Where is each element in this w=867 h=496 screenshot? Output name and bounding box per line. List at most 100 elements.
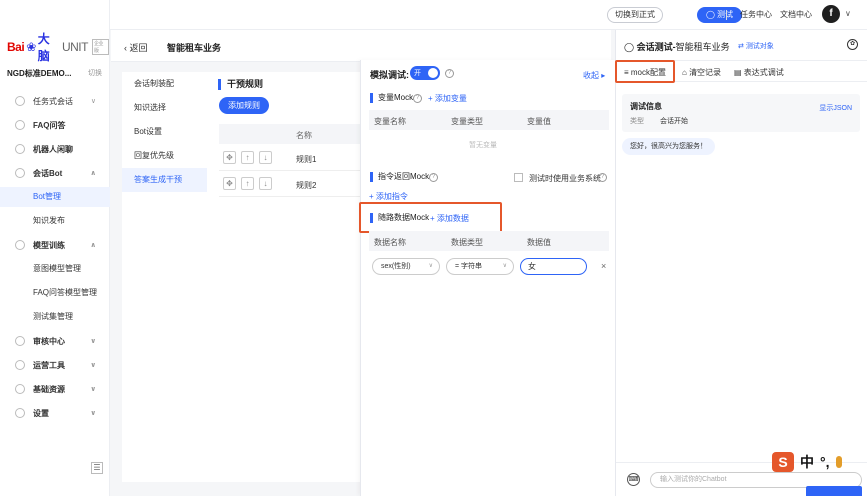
sidebar-item-faq[interactable]: FAQ问答	[0, 115, 110, 135]
debug-key: 类型	[630, 118, 644, 125]
use-business-label: 测试时使用业务系统	[529, 174, 601, 183]
chevron-down-icon: ∨	[90, 386, 96, 393]
add-variable-link[interactable]: + 添加变量	[428, 93, 467, 104]
collapse-link[interactable]: 收起 ▸	[583, 70, 605, 81]
help-icon[interactable]: ?	[413, 94, 422, 103]
switch-to-formal-button[interactable]: 切换到正式	[607, 7, 663, 23]
settings-icon	[15, 408, 25, 418]
data-type-select[interactable]: = 字符串 ∨	[446, 258, 514, 275]
sidebar-item-label: 基础资源	[33, 384, 65, 394]
doc-center-link[interactable]: 文档中心	[780, 9, 812, 20]
chevron-down-icon[interactable]: ∨	[845, 9, 851, 18]
sidebar-item-chitchat[interactable]: 机器人闲聊	[0, 139, 110, 159]
data-value-input[interactable]: 女	[520, 258, 587, 275]
help-icon[interactable]: ?	[429, 173, 438, 182]
help-icon[interactable]: ?	[445, 69, 454, 78]
sidebar-item-settings[interactable]: 设置 ∨	[0, 403, 110, 423]
workspace-switch[interactable]: 切换	[88, 68, 102, 78]
chevron-down-icon: ∨	[90, 410, 96, 417]
chat-title-prefix: 会话测试-	[636, 42, 676, 52]
task-icon	[15, 96, 25, 106]
help-icon[interactable]: ?	[598, 173, 607, 182]
mock-panel: 模拟调试: 开 ? 收起 ▸ 变量Mock ? + 添加变量 变量名称 变量类型…	[359, 60, 615, 496]
back-label: 返回	[129, 43, 148, 53]
debug-value: 会话开始	[660, 118, 688, 125]
sidebar-item-task[interactable]: 任务式会话 ∨	[0, 91, 110, 111]
menu-item-assembly[interactable]: 会话制装配	[122, 72, 207, 96]
back-link[interactable]: ‹ 返回	[124, 41, 148, 54]
menu-item-bot-settings[interactable]: Bot设置	[122, 120, 207, 144]
data-name-select[interactable]: sex(性别) ∨	[372, 258, 440, 275]
column-data-name: 数据名称	[374, 238, 406, 247]
logo-text: 大脑	[37, 32, 50, 63]
column-data-type: 数据类型	[451, 238, 483, 247]
drag-icon[interactable]: ✥	[223, 151, 236, 164]
chat-panel: ◯ 会话测试-智能租车业务 ⇄ 测试对象 ✿ ≡ mock配置 ⌂ 清空记录 ▤…	[615, 30, 867, 496]
table-header: 名称	[219, 124, 360, 144]
command-mock-title: 指令返回Mock	[370, 172, 429, 182]
sidebar-item-publish[interactable]: 知识发布	[0, 211, 110, 231]
highlight-box	[359, 202, 502, 233]
sidebar-item-testset[interactable]: 测试集管理	[0, 307, 110, 327]
settings-menu: 会话制装配 知识选择 Bot设置 回复优先级 答案生成干预	[122, 72, 207, 482]
drag-icon[interactable]: ✥	[223, 177, 236, 190]
test-object-label: 测试对象	[745, 43, 774, 50]
gear-icon[interactable]: ✿	[847, 39, 858, 50]
arrow-down-icon[interactable]: ↓	[259, 151, 272, 164]
sidebar-item-intent-model[interactable]: 意图模型管理	[0, 259, 110, 279]
sidebar-item-faq-model[interactable]: FAQ问答模型管理	[0, 283, 110, 303]
debug-title: 调试信息	[630, 102, 662, 111]
avatar[interactable]: f	[822, 5, 840, 23]
chat-title: ◯ 会话测试-智能租车业务	[624, 40, 730, 53]
workspace-name: NGD标准DEMO...	[7, 69, 72, 78]
column-var-type: 变量类型	[451, 117, 483, 126]
send-button[interactable]	[806, 486, 862, 496]
sidebar-item-bot[interactable]: 会话Bot ∧	[0, 163, 110, 183]
sidebar-item-audit[interactable]: 审核中心 ∨	[0, 331, 110, 351]
test-button-label: 测试	[716, 10, 733, 19]
ime-chinese-toggle[interactable]: 中	[800, 452, 814, 472]
arrow-down-icon[interactable]: ↓	[259, 177, 272, 190]
test-button[interactable]: ◯ 测试	[697, 7, 742, 23]
task-center-link[interactable]: 任务中心	[740, 9, 772, 20]
sogou-icon[interactable]: S	[772, 452, 794, 472]
select-value: = 字符串	[455, 263, 483, 270]
add-rule-button[interactable]: 添加规则	[219, 97, 269, 114]
arrow-up-icon[interactable]: ↑	[241, 151, 254, 164]
sidebar-item-label: 会话Bot	[33, 168, 63, 178]
tab-expression[interactable]: ▤ 表达式调试	[734, 67, 784, 78]
test-object-link[interactable]: ⇄ 测试对象	[738, 41, 774, 51]
menu-item-intervention[interactable]: 答案生成干预	[122, 168, 207, 192]
sidebar-item-bot-manage[interactable]: Bot管理	[0, 187, 110, 207]
ime-punct-toggle[interactable]: °,	[820, 454, 830, 470]
paw-icon: ❀	[26, 40, 36, 54]
model-icon	[15, 240, 25, 250]
empty-text: 暂无变量	[469, 142, 497, 149]
logo-unit: UNIT	[61, 40, 89, 54]
sidebar-item-label: FAQ问答	[33, 120, 66, 130]
use-business-checkbox[interactable]	[514, 173, 523, 182]
select-value: sex(性别)	[381, 263, 411, 270]
tab-label: 表达式调试	[743, 68, 784, 77]
show-json-link[interactable]: 显示JSON	[819, 103, 852, 113]
menu-item-priority[interactable]: 回复优先级	[122, 144, 207, 168]
collapse-sidebar-icon[interactable]: ☰	[91, 462, 103, 474]
microphone-icon[interactable]	[835, 456, 842, 468]
sidebar-item-ops[interactable]: 运营工具 ∨	[0, 355, 110, 375]
tab-clear[interactable]: ⌂ 清空记录	[682, 67, 721, 78]
chat-icon	[15, 144, 25, 154]
rules-panel: 干预规则 添加规则 名称 ✥ ↑ ↓ 规则1 ✥ ↑ ↓ 规则2	[207, 72, 360, 482]
menu-item-knowledge[interactable]: 知识选择	[122, 96, 207, 120]
section-title: 干预规则	[218, 79, 263, 90]
toggle-label: 开	[414, 70, 421, 77]
keyboard-icon[interactable]: ⌨	[627, 473, 640, 486]
divider	[726, 10, 727, 20]
variable-mock-title: 变量Mock	[370, 93, 413, 103]
sidebar-item-model[interactable]: 模型训练 ∧	[0, 235, 110, 255]
sidebar-item-resource[interactable]: 基础资源 ∨	[0, 379, 110, 399]
arrow-up-icon[interactable]: ↑	[241, 177, 254, 190]
add-command-link[interactable]: + 添加指令	[369, 191, 408, 202]
close-icon[interactable]: ×	[601, 261, 606, 271]
mock-toggle[interactable]: 开	[410, 66, 440, 80]
add-command-label: 添加指令	[375, 192, 408, 201]
